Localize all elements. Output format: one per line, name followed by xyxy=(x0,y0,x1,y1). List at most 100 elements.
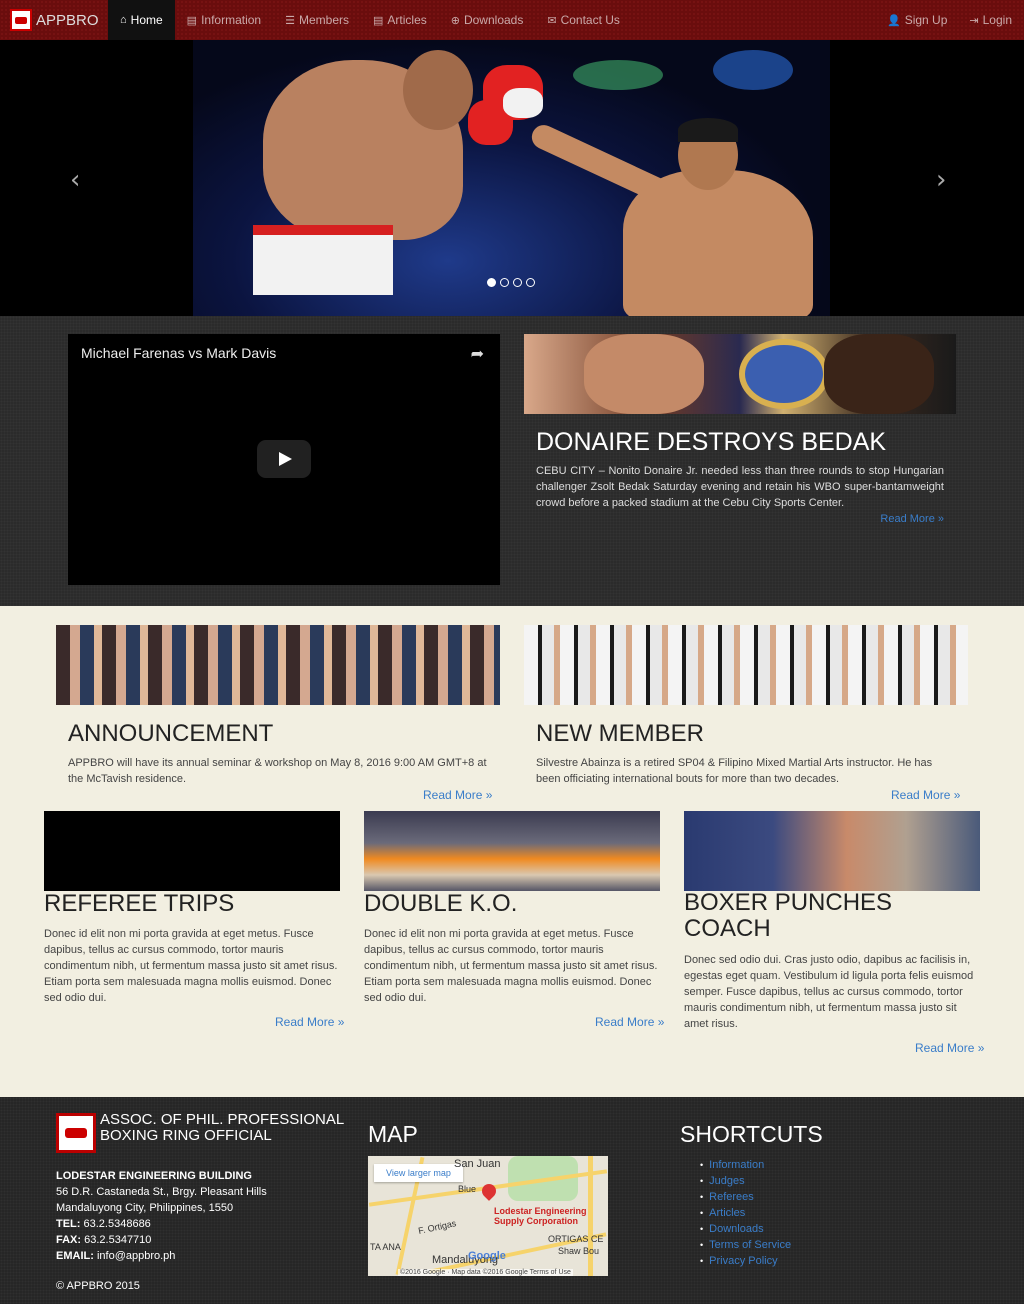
email-value: info@appbro.ph xyxy=(96,1250,176,1262)
nav-contact[interactable]: ✉ Contact Us xyxy=(535,0,632,40)
tel-value: 63.2.5348686 xyxy=(83,1218,151,1230)
boxer-right-hair xyxy=(678,118,738,142)
contact-address: LODESTAR ENGINEERING BUILDING 56 D.R. Ca… xyxy=(56,1168,267,1264)
face-shape xyxy=(824,334,934,414)
boxer-right xyxy=(623,170,813,316)
nav-label: Home xyxy=(130,13,163,27)
map-business-name: Lodestar Engineering xyxy=(494,1206,587,1216)
shortcuts-heading: SHORTCUTS xyxy=(680,1121,823,1147)
shortcut-link-privacy[interactable]: Privacy Policy xyxy=(709,1255,777,1267)
carousel-next-icon[interactable]: › xyxy=(936,165,946,195)
building-name: LODESTAR ENGINEERING BUILDING xyxy=(56,1170,252,1182)
nav-label: Login xyxy=(982,13,1012,27)
share-icon[interactable]: ➦ xyxy=(471,344,484,363)
home-icon: ⌂ xyxy=(120,14,127,26)
envelope-icon: ✉ xyxy=(547,14,557,27)
shortcut-item: Judges xyxy=(700,1173,791,1189)
double-ko-read-more-link[interactable]: Read More » xyxy=(595,1015,664,1029)
copyright: © APPBRO 2015 xyxy=(56,1280,140,1292)
carousel-indicator[interactable] xyxy=(500,278,509,287)
map-business-label: Lodestar Engineering Supply Corporation xyxy=(494,1206,587,1226)
download-icon: ⊕ xyxy=(450,14,460,27)
arena-light xyxy=(713,50,793,90)
brand-link[interactable]: APPBRO xyxy=(10,0,99,40)
referee-trips-image xyxy=(44,811,340,891)
referee-trips-text: Donec id elit non mi porta gravida at eg… xyxy=(44,928,338,1004)
feature-text: CEBU CITY – Nonito Donaire Jr. needed le… xyxy=(536,465,944,509)
shortcut-link-articles[interactable]: Articles xyxy=(709,1207,745,1219)
boxer-left-trunks xyxy=(253,225,393,295)
carousel-indicators xyxy=(487,278,535,287)
embedded-map[interactable]: View larger map San Juan Blue Lodestar E… xyxy=(368,1156,608,1276)
nav-information[interactable]: ▤ Information xyxy=(175,0,273,40)
new-member-image xyxy=(524,625,968,705)
face-shape xyxy=(584,334,704,414)
video-player[interactable]: Michael Farenas vs Mark Davis ➦ xyxy=(68,334,500,585)
new-member-read-more-link[interactable]: Read More » xyxy=(891,788,960,802)
footer: ASSOC. OF PHIL. PROFESSIONAL BOXING RING… xyxy=(0,1097,1024,1304)
map-road xyxy=(588,1156,593,1276)
carousel-prev-icon[interactable]: ‹ xyxy=(70,165,80,195)
fax-value: 63.2.5347710 xyxy=(84,1234,152,1246)
nav-home[interactable]: ⌂ Home xyxy=(108,0,175,40)
nav-articles[interactable]: ▤ Articles xyxy=(361,0,439,40)
shortcut-link-information[interactable]: Information xyxy=(709,1159,764,1171)
nav-sign-up[interactable]: 👤 Sign Up xyxy=(865,0,947,40)
map-attribution[interactable]: ©2016 Google · Map data ©2016 Google Ter… xyxy=(398,1269,573,1276)
featured-section: Michael Farenas vs Mark Davis ➦ DONAIRE … xyxy=(0,316,1024,606)
belt-shape xyxy=(739,339,829,409)
file-icon: ▤ xyxy=(373,14,384,27)
feature-read-more-link[interactable]: Read More » xyxy=(880,513,944,525)
carousel-slide-image xyxy=(193,40,830,316)
nav-login[interactable]: ⇥ Login xyxy=(947,0,1012,40)
arena-light xyxy=(573,60,663,90)
announcement-read-more-link[interactable]: Read More » xyxy=(423,788,492,802)
nav-members[interactable]: ☰ Members xyxy=(273,0,361,40)
list-icon: ☰ xyxy=(285,14,295,27)
email-label: EMAIL: xyxy=(56,1250,94,1262)
nav-label: Contact Us xyxy=(560,13,620,27)
carousel-indicator[interactable] xyxy=(487,278,496,287)
carousel-indicator[interactable] xyxy=(513,278,522,287)
nav-label: Members xyxy=(298,13,349,27)
referee-trips-read-more-link[interactable]: Read More » xyxy=(275,1015,344,1029)
map-street-label: F. Ortigas xyxy=(417,1218,458,1236)
shortcut-link-terms[interactable]: Terms of Service xyxy=(709,1239,791,1251)
nav-label: Downloads xyxy=(463,13,524,27)
shortcut-link-downloads[interactable]: Downloads xyxy=(709,1223,763,1235)
announcement-title: ANNOUNCEMENT xyxy=(68,720,274,747)
org-name: ASSOC. OF PHIL. PROFESSIONAL BOXING RING… xyxy=(100,1111,344,1144)
shortcut-link-referees[interactable]: Referees xyxy=(709,1191,754,1203)
map-place-label: Shaw Bou xyxy=(558,1246,600,1256)
fax-label: FAX: xyxy=(56,1234,82,1246)
view-larger-map-link[interactable]: View larger map xyxy=(374,1164,463,1182)
nav-label: Articles xyxy=(387,13,427,27)
boxer-coach-text: Donec sed odio dui. Cras justo odio, dap… xyxy=(684,954,974,1030)
shortcut-item: Articles xyxy=(700,1205,791,1221)
referee-trips-title: REFEREE TRIPS xyxy=(44,890,235,917)
boxer-left-head xyxy=(403,50,473,130)
nav-label: Information xyxy=(201,13,262,27)
login-icon: ⇥ xyxy=(969,14,979,27)
shortcut-item: Terms of Service xyxy=(700,1237,791,1253)
shortcut-item: Downloads xyxy=(700,1221,791,1237)
double-ko-title: DOUBLE K.O. xyxy=(364,890,518,917)
shortcuts-list: Information Judges Referees Articles Dow… xyxy=(700,1157,791,1269)
user-nav: 👤 Sign Up ⇥ Login xyxy=(865,0,1012,40)
carousel-indicator[interactable] xyxy=(526,278,535,287)
shortcut-item: Referees xyxy=(700,1189,791,1205)
play-button[interactable] xyxy=(257,440,311,478)
announcement-image xyxy=(56,625,500,705)
map-place-label: San Juan xyxy=(454,1158,501,1170)
map-business-name: Supply Corporation xyxy=(494,1216,578,1226)
video-title[interactable]: Michael Farenas vs Mark Davis xyxy=(81,345,276,361)
white-glove xyxy=(503,88,543,118)
map-place-label: Blue xyxy=(458,1184,477,1194)
shortcut-link-judges[interactable]: Judges xyxy=(709,1175,744,1187)
boxer-coach-read-more-link[interactable]: Read More » xyxy=(915,1041,984,1055)
address-line: 56 D.R. Castaneda St., Brgy. Pleasant Hi… xyxy=(56,1186,267,1198)
google-logo: Google xyxy=(468,1250,506,1262)
main-nav: ⌂ Home ▤ Information ☰ Members ▤ Articles ⊕ D… xyxy=(108,0,632,40)
nav-label: Sign Up xyxy=(904,13,948,27)
nav-downloads[interactable]: ⊕ Downloads xyxy=(439,0,536,40)
